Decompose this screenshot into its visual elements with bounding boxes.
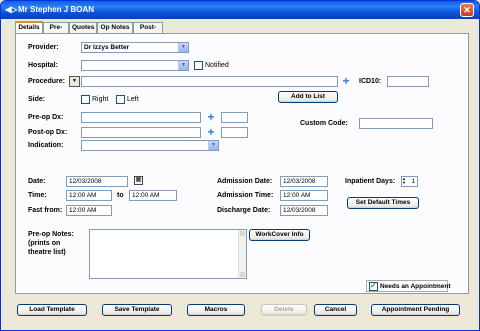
- admission-time-input[interactable]: 12:00 AM: [280, 190, 328, 201]
- indication-select[interactable]: ▼: [81, 140, 219, 151]
- hospital-label: Hospital:: [28, 62, 58, 69]
- admission-date-label: Admission Date:: [217, 178, 273, 185]
- workcover-info-button[interactable]: WorkCover Info: [249, 229, 310, 241]
- pre-op-notes-textarea[interactable]: [89, 229, 247, 279]
- hospital-select[interactable]: ▼: [81, 60, 189, 71]
- chevron-down-icon[interactable]: ▼: [178, 43, 188, 52]
- discharge-date-label: Discharge Date:: [217, 207, 271, 214]
- admission-time-label: Admission Time:: [217, 192, 274, 199]
- macros-button[interactable]: Macros: [187, 304, 245, 316]
- post-op-dx-label: Post-op Dx:: [28, 129, 68, 136]
- pre-op-notes-sublabel-2: theatre list): [28, 249, 66, 256]
- provider-value: Dr Izzys Better: [84, 44, 130, 51]
- chevron-down-icon[interactable]: ▼: [178, 61, 188, 70]
- tab-post-op[interactable]: Post-op: [133, 22, 163, 41]
- pre-op-notes-label: Pre-op Notes:: [28, 231, 74, 238]
- provider-label: Provider:: [28, 44, 59, 51]
- procedure-label: Procedure:: [28, 78, 65, 85]
- chevron-down-icon[interactable]: ▼: [208, 141, 218, 150]
- right-label: Right: [92, 96, 109, 103]
- post-op-dx-code-input[interactable]: [221, 127, 248, 138]
- details-panel: Provider: Dr Izzys Better ▼ Hospital: ▼ …: [15, 33, 469, 294]
- time-to-input[interactable]: 12:00 AM: [129, 190, 177, 201]
- icd10-input[interactable]: [387, 76, 429, 87]
- procedure-input[interactable]: [81, 76, 338, 87]
- delete-button[interactable]: Delete: [261, 304, 307, 316]
- notified-label: Notified: [205, 62, 229, 69]
- tab-pre-op[interactable]: Pre-op: [43, 22, 69, 41]
- cancel-button[interactable]: Cancel: [314, 304, 357, 316]
- tab-quotes[interactable]: Quotes: [69, 22, 97, 33]
- admission-date-input[interactable]: 12/03/2008: [280, 176, 328, 187]
- pre-op-notes-sublabel-1: (prints on: [28, 240, 61, 247]
- left-label: Left: [127, 96, 139, 103]
- needs-appointment-box: Needs an Appointment: [366, 280, 451, 292]
- pre-op-dx-code-input[interactable]: [221, 112, 248, 123]
- custom-code-label: Custom Code:: [300, 120, 348, 127]
- title-bar[interactable]: ◀▷ Mr Stephen J BOAN ✕: [1, 1, 479, 19]
- procedure-dialog-window: ◀▷ Mr Stephen J BOAN ✕ Details Pre-op Qu…: [0, 0, 480, 331]
- set-default-times-button[interactable]: Set Default Times: [347, 197, 419, 209]
- fast-from-label: Fast from:: [28, 207, 63, 214]
- date-label: Date:: [28, 178, 46, 185]
- discharge-date-input[interactable]: 12/03/2008: [280, 205, 328, 216]
- indication-label: Indication:: [28, 142, 64, 149]
- add-procedure-plus-icon[interactable]: +: [341, 75, 351, 87]
- right-checkbox[interactable]: [81, 95, 90, 104]
- calendar-icon[interactable]: ▦: [134, 176, 143, 185]
- post-op-dx-input[interactable]: [81, 127, 201, 138]
- notified-checkbox[interactable]: [194, 61, 203, 70]
- save-template-button[interactable]: Save Template: [102, 304, 172, 316]
- custom-code-input[interactable]: [359, 118, 433, 129]
- time-from-input[interactable]: 12:00 AM: [66, 190, 112, 201]
- notes-scrollbar[interactable]: [238, 230, 246, 278]
- window-title: Mr Stephen J BOAN: [18, 5, 95, 14]
- spinner-arrows-icon[interactable]: ▲ ▼: [402, 177, 407, 186]
- app-icon: ◀▷: [5, 5, 18, 14]
- pre-op-dx-input[interactable]: [81, 112, 201, 123]
- icd10-label: ICD10:: [359, 78, 382, 85]
- fast-from-input[interactable]: 12:00 AM: [66, 205, 112, 216]
- load-template-button[interactable]: Load Template: [17, 304, 87, 316]
- add-pre-op-dx-plus-icon[interactable]: +: [206, 111, 216, 123]
- pre-op-dx-label: Pre-op Dx:: [28, 114, 64, 121]
- left-checkbox[interactable]: [116, 95, 125, 104]
- add-to-list-button[interactable]: Add to List: [278, 91, 338, 103]
- provider-select[interactable]: Dr Izzys Better ▼: [81, 42, 189, 53]
- date-input[interactable]: 12/03/2008: [66, 176, 128, 187]
- close-button[interactable]: ✕: [460, 3, 474, 17]
- needs-appointment-label: Needs an Appointment: [380, 283, 451, 290]
- procedure-picker-button[interactable]: ▼: [69, 76, 80, 87]
- needs-appointment-checkbox[interactable]: [369, 281, 378, 291]
- inpatient-days-label: Inpatient Days:: [345, 178, 396, 185]
- add-post-op-dx-plus-icon[interactable]: +: [206, 126, 216, 138]
- side-label: Side:: [28, 96, 46, 103]
- tab-op-notes[interactable]: Op Notes: [97, 22, 133, 33]
- time-label: Time:: [28, 192, 47, 199]
- time-to-label: to: [117, 192, 124, 199]
- appointment-pending-button[interactable]: Appointment Pending: [371, 304, 460, 316]
